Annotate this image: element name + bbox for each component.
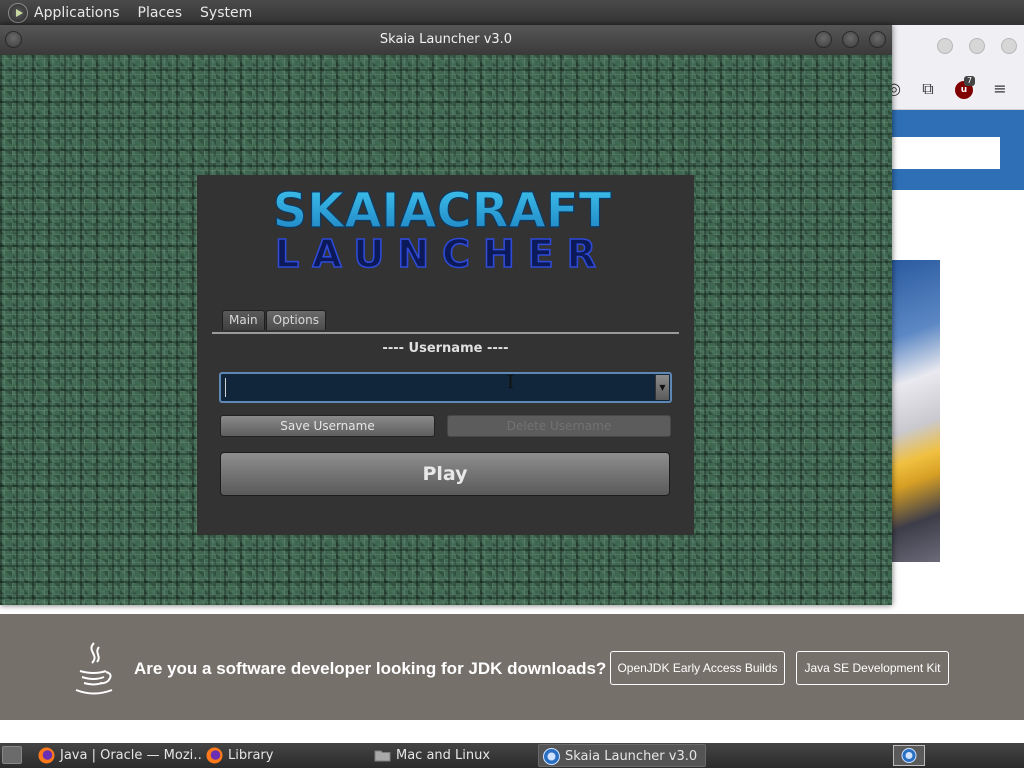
extensions-icon[interactable]: ⧉ <box>918 79 938 99</box>
minimize-button[interactable] <box>815 31 832 48</box>
jdk-banner: Are you a software developer looking for… <box>0 614 1024 720</box>
launcher-title: Skaia Launcher v3.0 <box>379 32 513 47</box>
tab-divider <box>212 332 679 334</box>
task-firefox-library[interactable]: Library <box>202 744 370 767</box>
text-caret <box>225 378 226 397</box>
task-label: Java | Oracle — Mozi… <box>60 748 202 763</box>
play-button[interactable]: Play <box>220 452 670 496</box>
delete-username-button[interactable]: Delete Username <box>447 415 671 437</box>
openjdk-builds-button[interactable]: OpenJDK Early Access Builds <box>610 651 785 685</box>
hamburger-menu-icon[interactable]: ≡ <box>990 79 1010 99</box>
firefox-icon <box>206 747 223 764</box>
taskbar: Java | Oracle — Mozi… Library Mac and Li… <box>0 743 1024 768</box>
browser-close-button[interactable] <box>1001 38 1017 54</box>
banner-headline: Are you a software developer looking for… <box>134 659 607 678</box>
task-label: Library <box>228 748 274 763</box>
save-username-button[interactable]: Save Username <box>220 415 435 437</box>
logo-line2: LAUNCHER <box>275 232 609 273</box>
hero-image <box>890 260 940 562</box>
launcher-panel: SKAIACRAFT LAUNCHER Main Options ---- Us… <box>197 175 694 535</box>
window-menu-icon[interactable] <box>5 31 22 48</box>
firefox-icon <box>38 747 55 764</box>
menu-system[interactable]: System <box>200 5 252 21</box>
close-button[interactable] <box>869 31 886 48</box>
tab-options[interactable]: Options <box>265 310 326 330</box>
launcher-tabs: Main Options <box>222 310 327 330</box>
username-label: ---- Username ---- <box>382 341 509 356</box>
launcher-titlebar[interactable]: Skaia Launcher v3.0 <box>0 25 892 55</box>
menu-applications[interactable]: Applications <box>34 5 120 21</box>
top-panel: Applications Places System <box>0 0 1024 25</box>
task-folder-mac-linux[interactable]: Mac and Linux <box>370 744 538 767</box>
java-app-icon <box>901 748 917 763</box>
task-firefox-java[interactable]: Java | Oracle — Mozi… <box>34 744 202 767</box>
java-cup-icon <box>75 642 113 695</box>
launcher-background: SKAIACRAFT LAUNCHER Main Options ---- Us… <box>0 55 892 605</box>
task-label: Mac and Linux <box>396 748 491 763</box>
ibeam-cursor-icon: I <box>507 372 515 393</box>
maximize-button[interactable] <box>842 31 859 48</box>
logo-line1: SKAIACRAFT <box>273 183 612 239</box>
task-label: Skaia Launcher v3.0 <box>565 749 698 764</box>
browser-minimize-button[interactable] <box>937 38 953 54</box>
tab-main[interactable]: Main <box>222 310 265 330</box>
ublock-badge: 7 <box>964 76 976 86</box>
chevron-down-icon[interactable]: ▼ <box>655 375 669 400</box>
skaiacraft-logo: SKAIACRAFT LAUNCHER <box>272 183 612 273</box>
tray-java-icon[interactable] <box>893 745 925 766</box>
task-skaia-launcher[interactable]: Skaia Launcher v3.0 <box>538 744 706 767</box>
menu-places[interactable]: Places <box>138 5 183 21</box>
java-app-icon <box>543 748 560 765</box>
site-search-input[interactable] <box>890 137 1000 169</box>
java-se-jdk-button[interactable]: Java SE Development Kit <box>796 651 949 685</box>
browser-maximize-button[interactable] <box>969 38 985 54</box>
username-combobox[interactable]: ▼ <box>219 372 672 403</box>
menu-logo-icon[interactable] <box>8 2 28 23</box>
show-desktop-icon[interactable] <box>2 746 22 764</box>
launcher-window: Skaia Launcher v3.0 SKAIACRAFT LAUNCHER … <box>0 25 892 605</box>
folder-icon <box>374 750 391 762</box>
site-header-band <box>890 110 1024 190</box>
